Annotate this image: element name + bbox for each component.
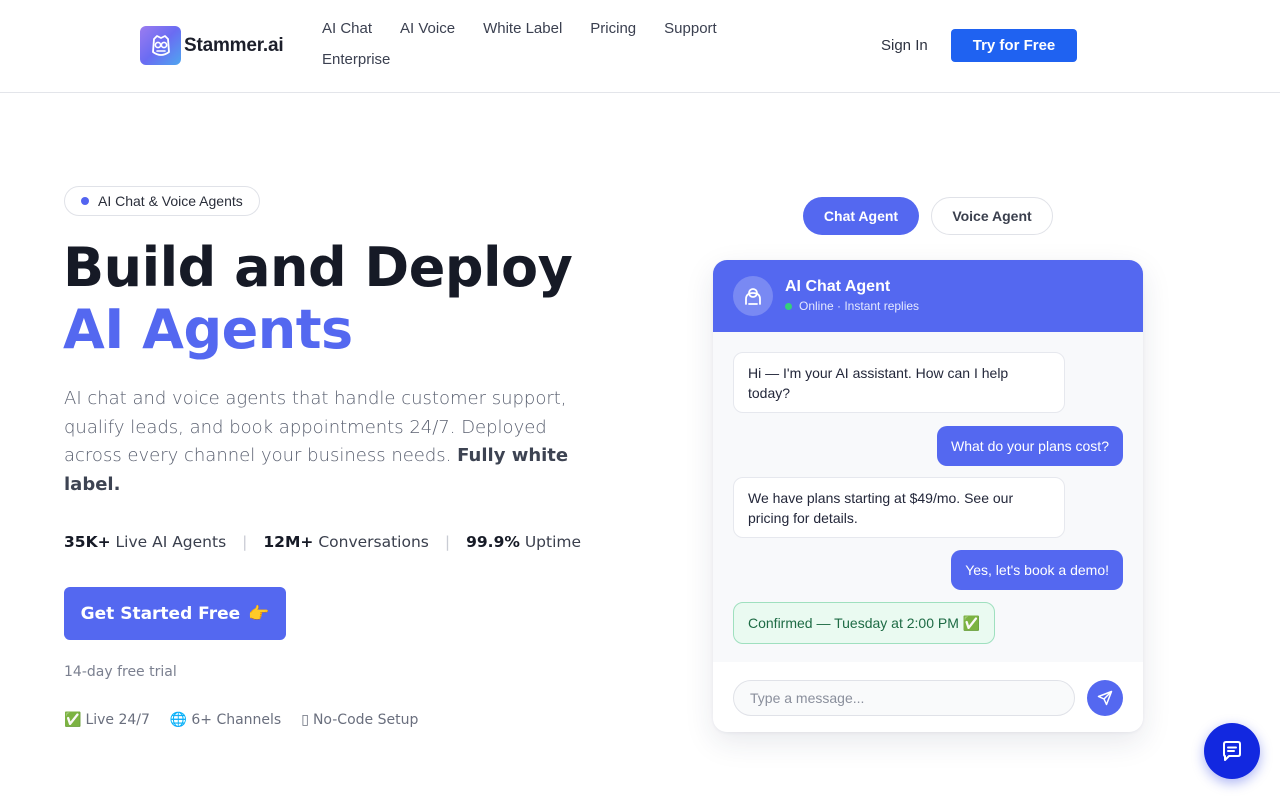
feature-channels-label: 6+ Channels [191,712,282,728]
stat-uptime: 99.9% Uptime [466,533,581,551]
booking-confirmation: Confirmed — Tuesday at 2:00 PM ✅ [733,602,996,644]
sign-in-link[interactable]: Sign In [881,37,928,54]
badge-dot-icon [81,197,89,205]
send-icon [1097,690,1113,706]
trial-note: 14-day free trial [64,664,177,680]
nav-item-pricing[interactable]: Pricing [590,20,636,38]
hero-features: ✅ Live 24/7 🌐 6+ Channels ▯ No-Code Setu… [64,712,418,728]
nav-item-enterprise[interactable]: Enterprise [322,51,390,69]
brand-name: Stammer.ai [184,34,284,56]
placeholder-box-icon: ▯ [301,712,309,728]
message-input[interactable] [733,680,1075,716]
agent-status: Online · Instant replies [785,299,919,313]
chat-demo-card: AI Chat Agent Online · Instant replies H… [713,260,1143,732]
try-for-free-button[interactable]: Try for Free [951,29,1077,62]
chat-message-bot: We have plans starting at $49/mo. See ou… [733,477,1065,538]
robot-avatar-icon [733,276,773,316]
feature-live: ✅ Live 24/7 [64,712,150,728]
stat-divider: | [242,533,248,551]
chat-composer [713,662,1143,732]
hero-description: AI chat and voice agents that handle cus… [64,385,574,499]
nav-item-support[interactable]: Support [664,20,717,38]
chat-message-user: Yes, let's book a demo! [951,550,1123,590]
chat-agent-tab[interactable]: Chat Agent [803,197,919,235]
stat-agents-value: 35K+ [64,533,111,551]
chat-bubble-icon [1223,741,1241,761]
stat-agents-label: Live AI Agents [115,533,227,551]
get-started-label: Get Started Free [80,603,241,624]
hero-stats: 35K+ Live AI Agents | 12M+ Conversations… [64,533,581,551]
stat-uptime-label: Uptime [524,533,582,551]
stat-uptime-value: 99.9% [466,533,520,551]
site-header: Stammer.ai AI Chat AI Voice White Label … [0,0,1280,93]
stat-conversations: 12M+ Conversations [263,533,428,551]
brand-logo-link[interactable]: Stammer.ai [140,26,284,65]
hero-title: Build and Deploy AI Agents [63,236,573,361]
nav-item-ai-voice[interactable]: AI Voice [400,20,455,38]
send-button[interactable] [1087,680,1123,716]
agent-status-text: Online · Instant replies [799,299,920,313]
online-status-icon [785,302,792,310]
chat-widget-button[interactable] [1204,723,1260,779]
chat-header: AI Chat Agent Online · Instant replies [713,260,1143,332]
globe-icon: 🌐 [169,712,188,728]
stat-conversations-label: Conversations [318,533,429,551]
agent-name: AI Chat Agent [785,278,891,295]
voice-agent-tab[interactable]: Voice Agent [931,197,1053,235]
stat-divider: | [444,533,451,551]
checkmark-icon: ✅ [64,712,82,728]
owl-logo-icon [140,26,181,65]
chat-message-user: What do your plans cost? [937,426,1123,466]
feature-live-label: Live 24/7 [85,712,150,728]
hero-badge: AI Chat & Voice Agents [64,186,260,216]
stat-conversations-value: 12M+ [263,533,314,551]
chat-message-bot: Hi — I'm your AI assistant. How can I he… [733,352,1065,413]
pointing-hand-icon: 👉 [248,603,270,624]
feature-no-code-label: No-Code Setup [312,712,419,728]
feature-channels: 🌐 6+ Channels [170,712,281,728]
feature-no-code: ▯ No-Code Setup [301,712,418,728]
stat-agents: 35K+ Live AI Agents [64,533,226,551]
get-started-button[interactable]: Get Started Free 👉 [64,587,286,640]
main-nav: AI Chat AI Voice White Label Pricing Sup… [322,20,762,69]
hero-title-line1: Build and Deploy [63,236,573,299]
hero-badge-label: AI Chat & Voice Agents [98,193,243,209]
nav-item-white-label[interactable]: White Label [483,20,562,38]
nav-item-ai-chat[interactable]: AI Chat [322,20,372,38]
hero-title-line2: AI Agents [63,298,353,361]
